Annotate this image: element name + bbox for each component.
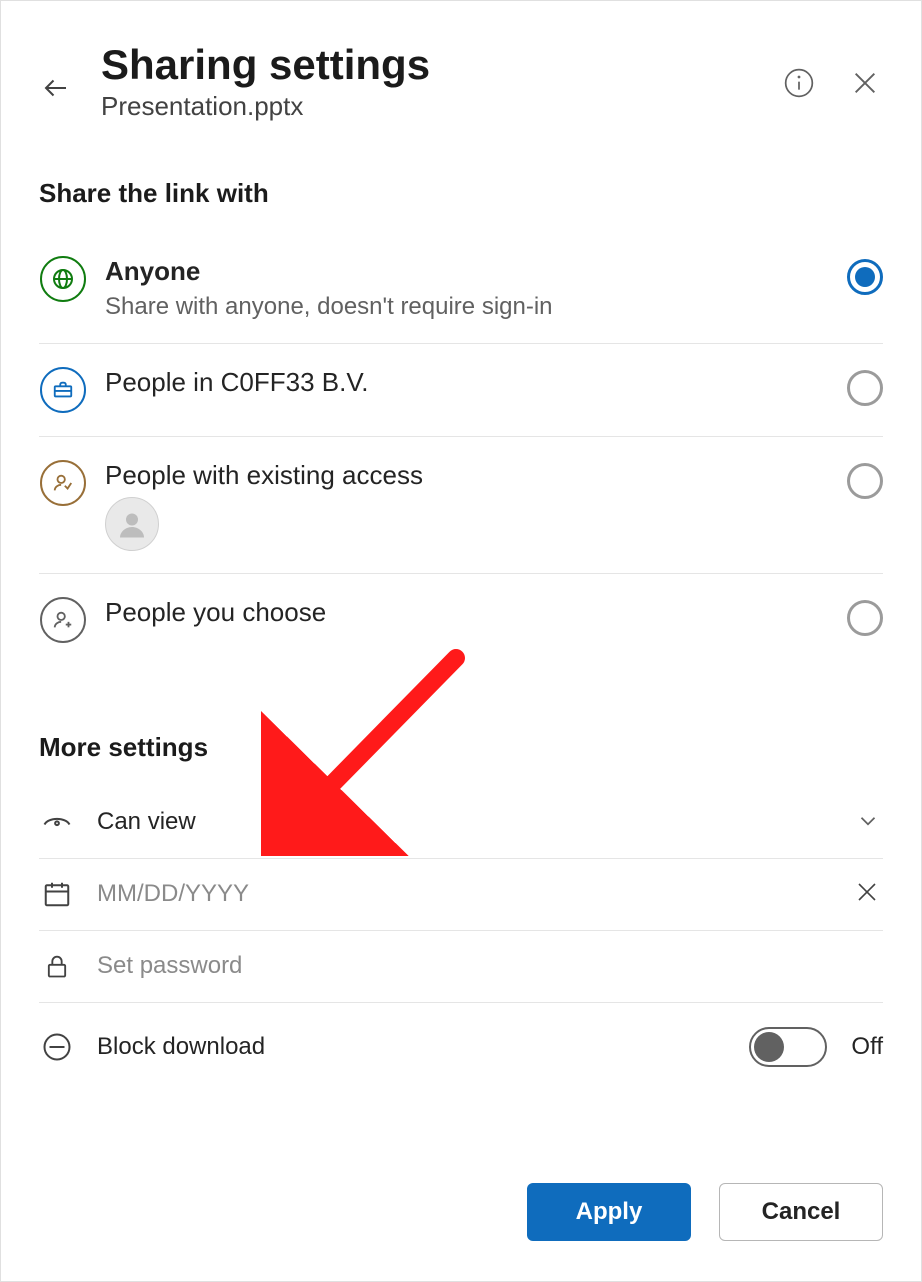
- footer: Apply Cancel: [39, 1183, 883, 1241]
- radio-org[interactable]: [847, 370, 883, 406]
- filename: Presentation.pptx: [101, 91, 753, 122]
- share-option-existing[interactable]: People with existing access: [39, 437, 883, 574]
- block-download-row: Block download Off: [39, 1011, 883, 1083]
- option-body: People in C0FF33 B.V.: [105, 366, 829, 400]
- eye-icon: [39, 807, 75, 837]
- cancel-button[interactable]: Cancel: [719, 1183, 883, 1241]
- clear-date-button[interactable]: [855, 880, 883, 908]
- toggle-state-label: Off: [851, 1033, 883, 1061]
- date-input[interactable]: [97, 880, 833, 908]
- share-option-list: Anyone Share with anyone, doesn't requir…: [39, 233, 883, 666]
- sharing-settings-dialog: Sharing settings Presentation.pptx Share…: [0, 0, 922, 1282]
- close-icon: [851, 69, 879, 97]
- password-input[interactable]: [97, 952, 883, 980]
- block-download-toggle[interactable]: [749, 1027, 827, 1067]
- share-option-choose[interactable]: People you choose: [39, 574, 883, 666]
- expiration-date-field[interactable]: [39, 859, 883, 931]
- permission-dropdown[interactable]: Can view: [39, 787, 883, 859]
- option-body: People with existing access: [105, 459, 829, 551]
- title-block: Sharing settings Presentation.pptx: [101, 41, 753, 122]
- person-plus-icon: [39, 596, 87, 644]
- radio-existing[interactable]: [847, 463, 883, 499]
- radio-anyone[interactable]: [847, 259, 883, 295]
- page-title: Sharing settings: [101, 41, 753, 89]
- header-actions: [781, 65, 883, 101]
- person-check-icon: [39, 459, 87, 507]
- info-icon: [783, 67, 815, 99]
- lock-icon: [39, 952, 75, 980]
- calendar-icon: [39, 879, 75, 909]
- back-button[interactable]: [39, 71, 73, 105]
- clear-icon: [855, 880, 879, 904]
- back-arrow-icon: [41, 73, 71, 103]
- option-title: Anyone: [105, 255, 829, 289]
- briefcase-icon: [39, 366, 87, 414]
- header: Sharing settings Presentation.pptx: [39, 41, 883, 122]
- more-settings-heading: More settings: [39, 732, 883, 763]
- radio-choose[interactable]: [847, 600, 883, 636]
- block-download-label: Block download: [97, 1033, 727, 1061]
- permission-label: Can view: [97, 808, 833, 836]
- share-option-anyone[interactable]: Anyone Share with anyone, doesn't requir…: [39, 233, 883, 344]
- option-title: People in C0FF33 B.V.: [105, 366, 829, 400]
- password-field-row[interactable]: [39, 931, 883, 1003]
- toggle-knob: [754, 1032, 784, 1062]
- option-title: People with existing access: [105, 459, 829, 493]
- globe-icon: [39, 255, 87, 303]
- option-body: Anyone Share with anyone, doesn't requir…: [105, 255, 829, 321]
- option-body: People you choose: [105, 596, 829, 630]
- block-download-icon: [39, 1032, 75, 1062]
- block-download-toggle-wrap: Off: [749, 1027, 883, 1067]
- more-settings: More settings Can view: [39, 732, 883, 1083]
- avatar: [105, 497, 159, 551]
- info-button[interactable]: [781, 65, 817, 101]
- share-with-heading: Share the link with: [39, 178, 883, 209]
- apply-button[interactable]: Apply: [527, 1183, 691, 1241]
- option-title: People you choose: [105, 596, 829, 630]
- chevron-down-icon: [855, 808, 883, 836]
- option-subtitle: Share with anyone, doesn't require sign-…: [105, 293, 829, 321]
- share-option-org[interactable]: People in C0FF33 B.V.: [39, 344, 883, 437]
- close-button[interactable]: [847, 65, 883, 101]
